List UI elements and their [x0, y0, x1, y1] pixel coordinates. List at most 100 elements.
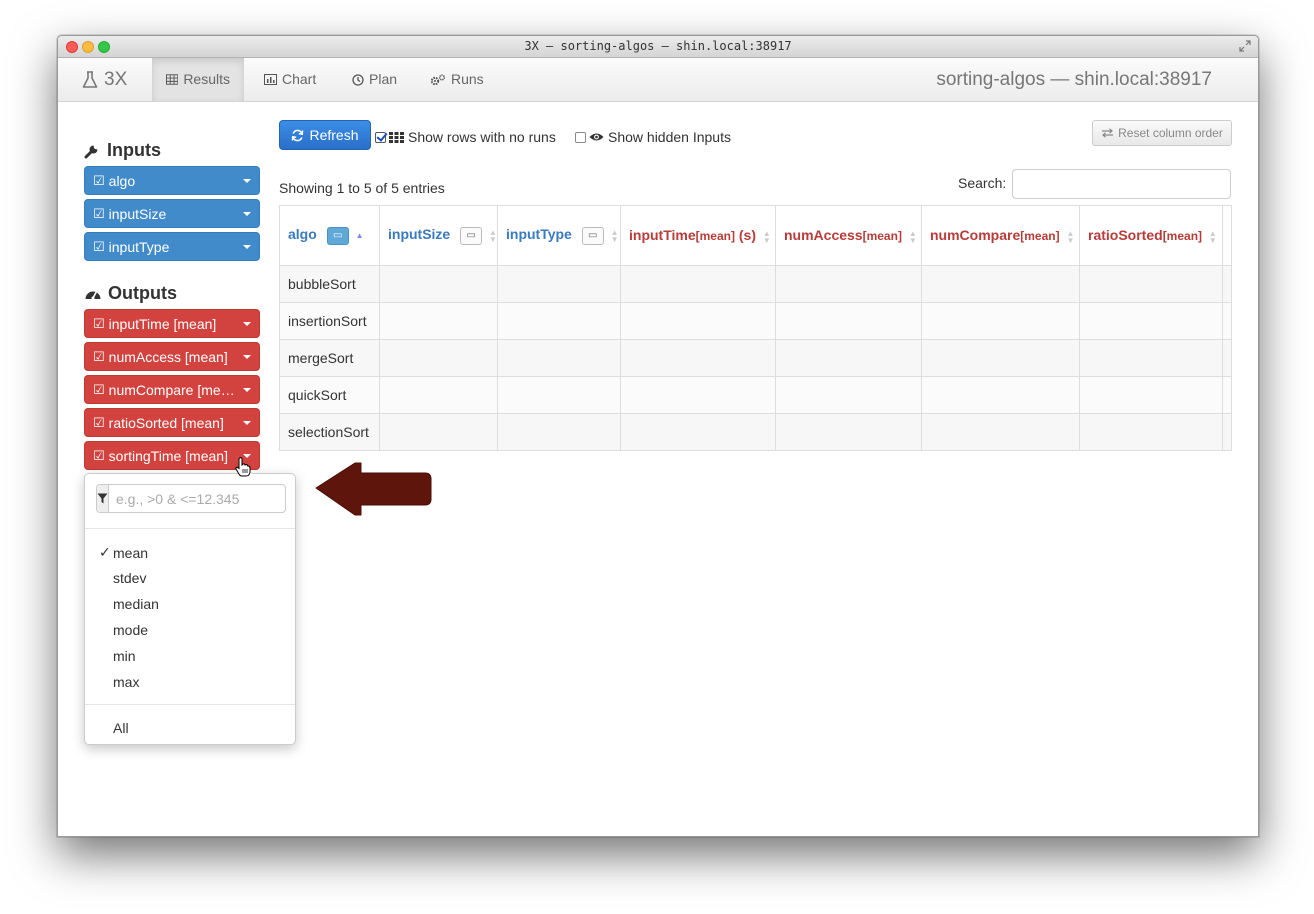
cell — [1222, 413, 1232, 451]
column-agg: [mean] — [695, 229, 735, 244]
inputs-title: Inputs — [107, 140, 161, 160]
cell — [775, 413, 922, 451]
table-row: insertionSort — [279, 302, 1232, 340]
folder-icon[interactable]: ▭ — [581, 226, 604, 245]
output-label: inputTime [mean] — [108, 315, 217, 332]
show-rows-toggle[interactable]: Show rows with no runs — [375, 129, 556, 145]
column-header-truncated — [1222, 205, 1232, 266]
cell — [1222, 302, 1232, 340]
column-header-numaccess[interactable]: numAccess[mean] ▲ ▼ — [775, 205, 922, 266]
dashboard-icon — [85, 290, 101, 299]
outputs-title: Outputs — [108, 283, 177, 303]
input-inputtype-button[interactable]: ☑ inputType — [84, 232, 260, 261]
cell — [921, 302, 1080, 340]
refresh-icon — [292, 129, 304, 141]
agg-option-mode[interactable]: mode — [99, 622, 148, 638]
checked-icon: ☑ — [93, 205, 105, 221]
column-header-numcompare[interactable]: numCompare[mean] ▲ ▼ — [921, 205, 1080, 266]
inputs-heading: Inputs — [84, 140, 161, 161]
nav-project-title: sorting-algos — shin.local:38917 — [936, 69, 1212, 90]
caret-down-icon — [243, 387, 251, 392]
column-unit: (s) — [734, 227, 756, 244]
agg-option-stdev[interactable]: stdev — [99, 570, 146, 586]
column-name: numCompare — [930, 227, 1021, 244]
tab-results[interactable]: Results — [152, 58, 244, 101]
cell — [1222, 339, 1232, 377]
checked-icon: ☑ — [93, 348, 105, 364]
bar-chart-icon — [264, 74, 277, 85]
output-sortingtime-button[interactable]: ☑ sortingTime [mean] — [84, 441, 260, 470]
caret-down-icon — [243, 321, 251, 326]
outputs-heading: Outputs — [84, 283, 177, 304]
cell — [379, 302, 498, 340]
table-row: bubbleSort — [279, 265, 1232, 303]
search-input[interactable] — [1012, 169, 1231, 199]
input-algo-button[interactable]: ☑ algo — [84, 166, 260, 195]
filter-icon — [97, 485, 109, 512]
table-icon — [166, 74, 179, 85]
cell — [379, 376, 498, 414]
tab-chart[interactable]: Chart — [250, 58, 330, 101]
cell-algo: selectionSort — [279, 413, 380, 451]
column-header-inputsize[interactable]: inputSize ▭ ▲ ▼ — [379, 205, 498, 266]
column-header-inputtype[interactable]: inputType ▭ ▲ ▼ — [497, 205, 621, 266]
tab-plan[interactable]: Plan — [338, 58, 411, 101]
cell-algo: mergeSort — [279, 339, 380, 377]
cell — [921, 413, 1080, 451]
cell — [620, 413, 776, 451]
output-numcompare-button[interactable]: ☑ numCompare [me… — [84, 375, 260, 404]
tab-plan-label: Plan — [369, 71, 398, 87]
clock-icon — [352, 73, 364, 86]
sort-icon: ▲ — [355, 231, 364, 241]
annotation-arrow — [315, 462, 432, 516]
output-label: numCompare [me… — [108, 381, 235, 398]
cell — [1079, 302, 1223, 340]
show-hidden-toggle[interactable]: Show hidden Inputs — [575, 129, 731, 145]
cell-algo: quickSort — [279, 376, 380, 414]
caret-down-icon — [243, 178, 251, 183]
agg-option-max[interactable]: max — [99, 674, 139, 690]
agg-option-all[interactable]: All — [99, 720, 129, 736]
input-inputsize-button[interactable]: ☑ inputSize — [84, 199, 260, 228]
column-header-algo[interactable]: algo ▭ ▲ — [279, 205, 380, 266]
filter-input[interactable] — [109, 485, 299, 512]
column-name: numAccess — [784, 227, 863, 244]
folder-open-icon[interactable]: ▭ — [326, 226, 349, 245]
cell — [620, 339, 776, 377]
check-mark-icon: ✓ — [99, 544, 111, 560]
agg-option-mean[interactable]: ✓ mean — [99, 544, 148, 561]
refresh-button[interactable]: Refresh — [279, 120, 371, 150]
cell — [497, 302, 621, 340]
table-info: Showing 1 to 5 of 5 entries — [279, 180, 445, 196]
table-row: mergeSort — [279, 339, 1232, 377]
agg-option-min[interactable]: min — [99, 648, 136, 664]
cell — [379, 265, 498, 303]
reset-column-order-button[interactable]: Reset column order — [1092, 120, 1232, 146]
column-agg: [mean] — [1162, 229, 1203, 244]
input-label: inputType — [108, 238, 170, 255]
window-title: 3X — sorting-algos — shin.local:38917 — [524, 39, 792, 53]
column-header-ratiosorted[interactable]: ratioSorted[mean] ▲ ▼ — [1079, 205, 1223, 266]
cell — [620, 302, 776, 340]
tab-runs[interactable]: Runs — [416, 58, 498, 101]
output-ratiosorted-button[interactable]: ☑ ratioSorted [mean] — [84, 408, 260, 437]
show-hidden-checkbox[interactable] — [575, 131, 586, 143]
show-rows-checkbox[interactable] — [375, 131, 386, 143]
fullscreen-icon[interactable] — [1238, 39, 1252, 53]
filter-input-group — [96, 484, 299, 513]
brand-link[interactable]: 3X — [82, 58, 127, 102]
output-inputtime-button[interactable]: ☑ inputTime [mean] — [84, 309, 260, 338]
caret-down-icon — [243, 420, 251, 425]
brand-label: 3X — [104, 69, 128, 90]
folder-icon[interactable]: ▭ — [460, 226, 483, 245]
tab-results-label: Results — [183, 71, 230, 87]
cell — [775, 339, 922, 377]
agg-label: median — [113, 596, 159, 612]
aggregation-popover: ✓ mean stdev median mode min max All — [84, 466, 299, 745]
caret-down-icon — [243, 244, 251, 249]
checked-icon: ☑ — [93, 172, 105, 188]
column-header-inputtime[interactable]: inputTime[mean] (s) ▲ ▼ — [620, 205, 776, 266]
refresh-label: Refresh — [309, 127, 359, 143]
agg-option-median[interactable]: median — [99, 596, 159, 612]
output-numaccess-button[interactable]: ☑ numAccess [mean] — [84, 342, 260, 371]
